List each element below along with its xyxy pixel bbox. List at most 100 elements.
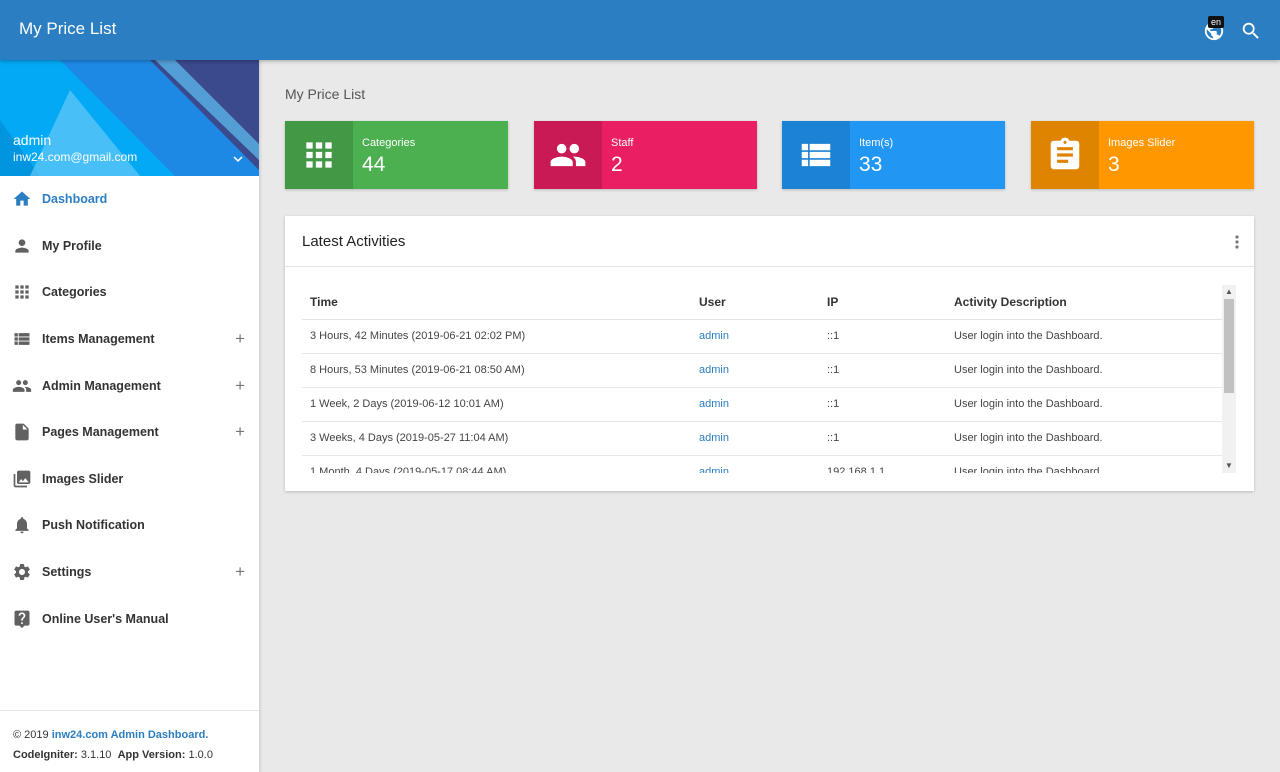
chevron-down-icon[interactable] [229,150,247,168]
app-title[interactable]: My Price List [19,19,116,39]
activity-ip: ::1 [819,353,946,388]
activity-description: User login into the Dashboard. [946,421,1222,456]
table-header-row: Time User IP Activity Description [302,285,1222,320]
sidebar-item-label: My Profile [42,238,102,253]
stat-card-value: 2 [611,153,623,176]
more-vert-icon[interactable] [1234,234,1240,250]
bell-icon [15,517,29,534]
sidebar-item-label: Images Slider [42,471,124,486]
footer-framework-version: 3.1.10 [80,749,112,761]
activity-user-link[interactable]: admin [691,421,819,456]
sidebar-item-my-profile[interactable]: My Profile [0,223,259,270]
table-scrollbar[interactable]: ▲ ▼ [1222,285,1236,473]
stat-card-icon-box [285,121,353,189]
footer-link-dot: . [205,729,209,741]
table-row: 1 Week, 2 Days (2019-06-12 10:01 AM) admi… [302,387,1222,422]
home-icon [13,191,31,206]
search-icon[interactable] [1240,20,1262,42]
stat-card-title: Staff [611,137,634,149]
sidebar-item-label: Pages Management [42,425,159,440]
sidebar-item-push-notification[interactable]: Push Notification [0,502,259,549]
activity-time: 3 Hours, 42 Minutes (2019-06-21 02:02 PM… [302,319,691,354]
activity-user-link[interactable]: admin [691,319,819,354]
activities-table-wrapper[interactable]: Time User IP Activity Description 3 Hours, … [302,285,1222,473]
column-header[interactable]: Activity Description [946,285,1222,320]
activities-table: Time User IP Activity Description 3 Hours, … [302,285,1222,473]
sidebar-item-pages-management[interactable]: Pages Management + [0,409,259,456]
stat-card-value: 3 [1108,153,1120,176]
expand-plus-icon[interactable]: + [235,376,245,396]
grid-icon [15,285,29,300]
panel-header: Latest Activities [285,216,1254,267]
activity-user-link[interactable]: admin [691,353,819,388]
list-icon [801,143,831,167]
column-header[interactable]: IP [819,285,946,320]
profile-email: inw24.com@gmail.com [13,150,138,164]
activity-description: User login into the Dashboard. [946,319,1222,354]
sidebar-item-items-management[interactable]: Items Management + [0,316,259,363]
sidebar-item-label: Dashboard [42,192,108,207]
scroll-up-arrow-icon[interactable]: ▲ [1222,285,1236,299]
grid-icon [306,142,332,168]
table-row: 1 Month, 4 Days (2019-05-17 08:44 AM) adm… [302,455,1222,473]
scroll-thumb[interactable] [1224,299,1234,393]
table-row: 3 Weeks, 4 Days (2019-05-27 11:04 AM) adm… [302,421,1222,456]
footer-dashboard-link[interactable]: inw24.com Admin Dashboard [52,729,206,741]
footer-app-version: 1.0.0 [188,749,213,761]
people-icon [12,379,32,392]
sidebar-item-online-user-s-manual[interactable]: Online User's Manual [0,595,259,642]
activity-time: 1 Month, 4 Days (2019-05-17 08:44 AM) [302,455,691,473]
sidebar-item-images-slider[interactable]: Images Slider [0,456,259,503]
stat-card-title: Images Slider [1108,137,1176,149]
activity-ip: ::1 [819,421,946,456]
stat-card-images-slider[interactable]: Images Slider 3 [1031,121,1254,189]
panel-title: Latest Activities [302,233,406,250]
activity-user-link[interactable]: admin [691,387,819,422]
sidebar-item-label: Items Management [42,332,155,347]
footer-framework-label: CodeIgniter: [13,749,78,761]
stat-card-item-s[interactable]: Item(s) 33 [782,121,1005,189]
sidebar-item-admin-management[interactable]: Admin Management + [0,362,259,409]
sidebar-item-label: Online User's Manual [42,611,169,626]
footer-app-version-label: App Version: [117,749,186,761]
sidebar-menu: Dashboard My Profile Categories Items Manag… [0,176,259,642]
sidebar-item-dashboard[interactable]: Dashboard [0,176,259,223]
column-header[interactable]: User [691,285,819,320]
activity-description: User login into the Dashboard. [946,387,1222,422]
list-icon [14,333,30,345]
sidebar-item-categories[interactable]: Categories [0,269,259,316]
stat-card-value: 44 [362,153,386,176]
stat-card-icon-box [534,121,602,189]
sidebar-item-label: Categories [42,285,107,300]
gear-icon [14,564,30,581]
footer-copyright: © 2019 [13,729,49,741]
help-icon [14,610,30,628]
activity-time: 8 Hours, 53 Minutes (2019-06-21 08:50 AM… [302,353,691,388]
expand-plus-icon[interactable]: + [235,562,245,582]
stat-card-title: Item(s) [859,137,894,149]
activity-ip: ::1 [819,387,946,422]
sidebar-footer: © 2019 inw24.com Admin Dashboard. CodeIg… [0,710,259,772]
column-header[interactable]: Time [302,285,691,320]
stat-card-categories[interactable]: Categories 44 [285,121,508,189]
user-profile-header: admin inw24.com@gmail.com [0,60,259,176]
expand-plus-icon[interactable]: + [235,422,245,442]
latest-activities-panel: Latest Activities Time User IP Activity Des… [285,216,1254,491]
activity-ip: ::1 [819,319,946,354]
language-badge[interactable]: en [1208,16,1225,28]
scroll-down-arrow-icon[interactable]: ▼ [1222,459,1236,473]
sidebar: admin inw24.com@gmail.com Dashboard My Pr… [0,60,259,772]
activity-user-link[interactable]: admin [691,455,819,473]
sidebar-item-settings[interactable]: Settings + [0,549,259,596]
sidebar-item-label: Settings [42,565,92,580]
stat-card-icon-box [782,121,850,189]
activity-description: User login into the Dashboard. [946,455,1222,473]
expand-plus-icon[interactable]: + [235,329,245,349]
stat-card-value: 33 [859,153,883,176]
stat-card-staff[interactable]: Staff 2 [534,121,757,189]
top-app-bar: My Price List en [0,0,1280,60]
people-icon [550,143,586,167]
person-icon [15,239,29,253]
activity-ip: 192.168.1.1 [819,455,946,473]
stat-card-title: Categories [362,137,416,149]
